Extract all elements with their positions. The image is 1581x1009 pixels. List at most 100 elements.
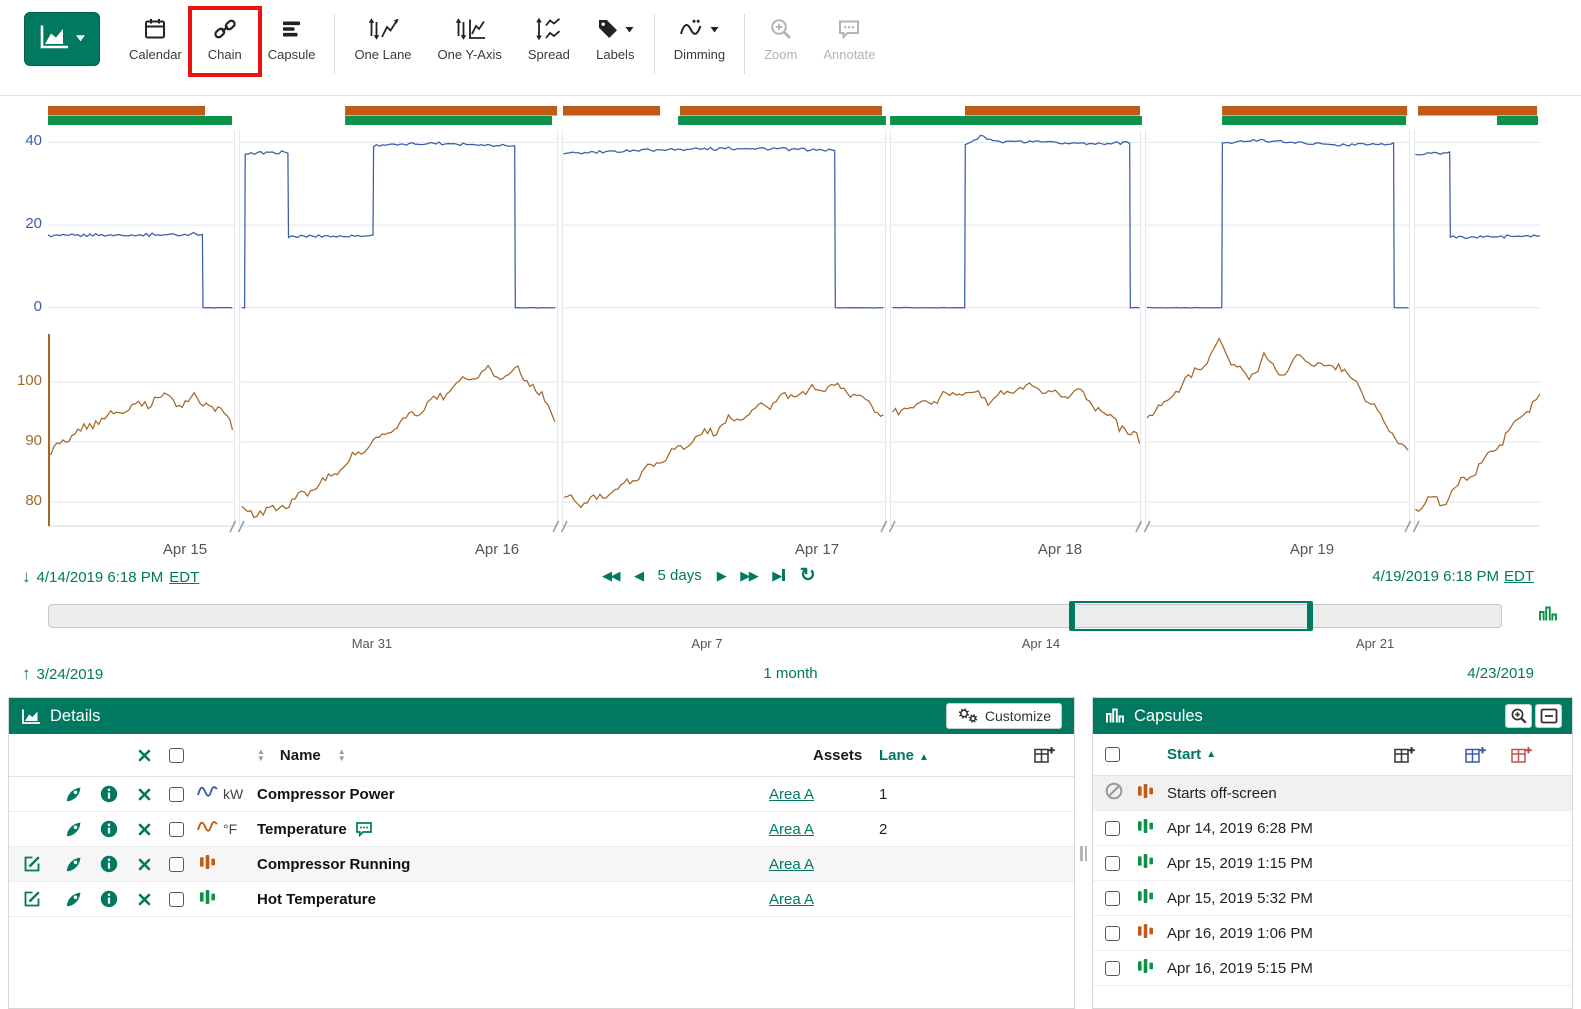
trend-view-button[interactable] <box>24 12 100 66</box>
capsule-checkbox[interactable] <box>1105 926 1120 941</box>
asset-link[interactable]: Area A <box>769 821 814 838</box>
timezone-link[interactable]: EDT <box>169 569 199 586</box>
remove-icon[interactable] <box>138 893 151 906</box>
toolbar-button-one-y-axis[interactable]: One Y-Axis <box>425 14 515 62</box>
toolbar-button-calendar[interactable]: Calendar <box>116 14 195 62</box>
toolbar-button-one-lane[interactable]: One Lane <box>341 14 424 62</box>
capsule-checkbox[interactable] <box>1105 821 1120 836</box>
capsule-row[interactable]: Apr 14, 2019 6:28 PM <box>1093 811 1572 846</box>
panel-splitter[interactable] <box>1075 697 1092 1009</box>
lane-value: 2 <box>829 821 954 838</box>
details-panel-title: Details <box>50 707 100 726</box>
table-row[interactable]: Compressor RunningArea A <box>9 847 1074 882</box>
condition-icon <box>199 889 216 910</box>
asset-link[interactable]: Area A <box>769 786 814 803</box>
trend-chart[interactable]: 020408090100 Apr 15Apr 16Apr 17Apr 18Apr… <box>0 96 1581 566</box>
remove-icon[interactable] <box>138 858 151 871</box>
rocket-icon[interactable] <box>64 820 83 839</box>
capsule-checkbox[interactable] <box>1105 856 1120 871</box>
capsule-row[interactable]: Apr 15, 2019 1:15 PM <box>1093 846 1572 881</box>
remove-all-button[interactable] <box>138 749 151 762</box>
customize-label: Customize <box>985 708 1051 724</box>
capsule-checkbox[interactable] <box>1105 891 1120 906</box>
capsule-checkbox[interactable] <box>1105 961 1120 976</box>
asset-link[interactable]: Area A <box>769 891 814 908</box>
rocket-icon[interactable] <box>64 855 83 874</box>
step-forward-full-button[interactable]: ▶▶ <box>740 568 757 584</box>
column-header-start[interactable]: Start <box>1167 746 1201 763</box>
toolbar-button-labels[interactable]: Labels <box>583 14 648 62</box>
info-icon[interactable] <box>100 820 118 838</box>
toolbar-button-spread[interactable]: Spread <box>515 14 583 62</box>
trend-chart-canvas[interactable]: Apr 15Apr 16Apr 17Apr 18Apr 19 <box>48 102 1540 562</box>
capsules-icon <box>1105 708 1125 724</box>
toolbar-separator <box>744 14 745 74</box>
toolbar-button-capsule[interactable]: Capsule <box>255 14 329 62</box>
step-back-button[interactable]: ◀ <box>634 568 643 584</box>
add-column-button-2[interactable] <box>1465 746 1486 764</box>
display-range-duration[interactable]: 5 days <box>658 567 702 584</box>
row-checkbox[interactable] <box>169 787 184 802</box>
row-checkbox[interactable] <box>169 857 184 872</box>
display-range-end: 4/19/2019 6:18 PM <box>1372 568 1499 585</box>
calendar-icon <box>143 14 167 44</box>
capsule-row[interactable]: Starts off-screen <box>1093 776 1572 811</box>
capsule-icon <box>1137 958 1154 978</box>
zoom-to-capsule-button[interactable] <box>1505 704 1532 728</box>
remove-icon[interactable] <box>138 823 151 836</box>
rocket-icon[interactable] <box>64 785 83 804</box>
column-header-assets[interactable]: Assets <box>813 747 862 764</box>
capsules-panel: Capsules Start▲ Starts off-screenApr 14,… <box>1092 697 1573 1009</box>
add-column-button-1[interactable] <box>1394 746 1415 764</box>
no-entry-icon <box>1105 782 1123 804</box>
toolbar-button-chain[interactable]: Chain <box>195 14 255 62</box>
timebar-selection[interactable] <box>1069 601 1313 631</box>
sort-icon[interactable]: ▲▼ <box>257 748 265 762</box>
column-header-lane[interactable]: Lane <box>879 747 914 764</box>
step-to-end-button[interactable]: ▶ <box>772 568 785 584</box>
capsule-row[interactable]: Apr 16, 2019 5:15 PM <box>1093 951 1572 986</box>
row-checkbox[interactable] <box>169 822 184 837</box>
one-y-axis-icon <box>454 14 486 44</box>
column-header-name[interactable]: Name <box>280 747 321 764</box>
info-icon[interactable] <box>100 855 118 873</box>
collapse-panel-button[interactable] <box>1535 704 1562 728</box>
timebar-label: Mar 31 <box>352 636 392 651</box>
sort-icon[interactable]: ▲▼ <box>338 748 346 762</box>
rocket-icon[interactable] <box>64 890 83 909</box>
select-all-capsules-checkbox[interactable] <box>1105 747 1120 762</box>
timebar-label: Apr 7 <box>691 636 722 651</box>
toolbar-button-annotate: Annotate <box>810 14 888 62</box>
table-row[interactable]: kWCompressor PowerArea A1 <box>9 777 1074 812</box>
edit-icon[interactable] <box>23 890 41 908</box>
table-row[interactable]: Hot TemperatureArea A <box>9 882 1074 917</box>
capsule-row[interactable]: Apr 15, 2019 5:32 PM <box>1093 881 1572 916</box>
comment-icon[interactable] <box>355 821 373 837</box>
info-icon[interactable] <box>100 785 118 803</box>
refresh-icon[interactable]: ↻ <box>800 568 816 584</box>
row-checkbox[interactable] <box>169 892 184 907</box>
capsule-row[interactable]: Apr 16, 2019 1:06 PM <box>1093 916 1572 951</box>
select-all-checkbox[interactable] <box>169 748 184 763</box>
toolbar-separator <box>334 14 335 74</box>
edit-icon[interactable] <box>23 855 41 873</box>
customize-button[interactable]: Customize <box>946 703 1062 729</box>
timezone-link[interactable]: EDT <box>1504 568 1534 585</box>
seeq-workbench: CalendarChainCapsuleOne LaneOne Y-AxisSp… <box>0 0 1581 1009</box>
add-column-button[interactable] <box>1034 746 1055 764</box>
timebar-track[interactable] <box>48 604 1502 628</box>
add-column-button-3[interactable] <box>1511 746 1532 764</box>
toolbar-label-zoom: Zoom <box>764 47 797 62</box>
remove-icon[interactable] <box>138 788 151 801</box>
toolbar-button-dimming[interactable]: Dimming <box>661 14 738 62</box>
info-icon[interactable] <box>100 890 118 908</box>
capsule-time-icon[interactable] <box>1537 606 1559 622</box>
toolbar-label-labels: Labels <box>596 47 634 62</box>
area-chart-icon <box>21 708 41 725</box>
toolbar-separator <box>654 14 655 74</box>
asset-link[interactable]: Area A <box>769 856 814 873</box>
step-forward-button[interactable]: ▶ <box>717 568 726 584</box>
step-back-full-button[interactable]: ◀◀ <box>602 568 619 584</box>
capsule-start-time: Apr 14, 2019 6:28 PM <box>1167 820 1572 837</box>
table-row[interactable]: °FTemperatureArea A2 <box>9 812 1074 847</box>
